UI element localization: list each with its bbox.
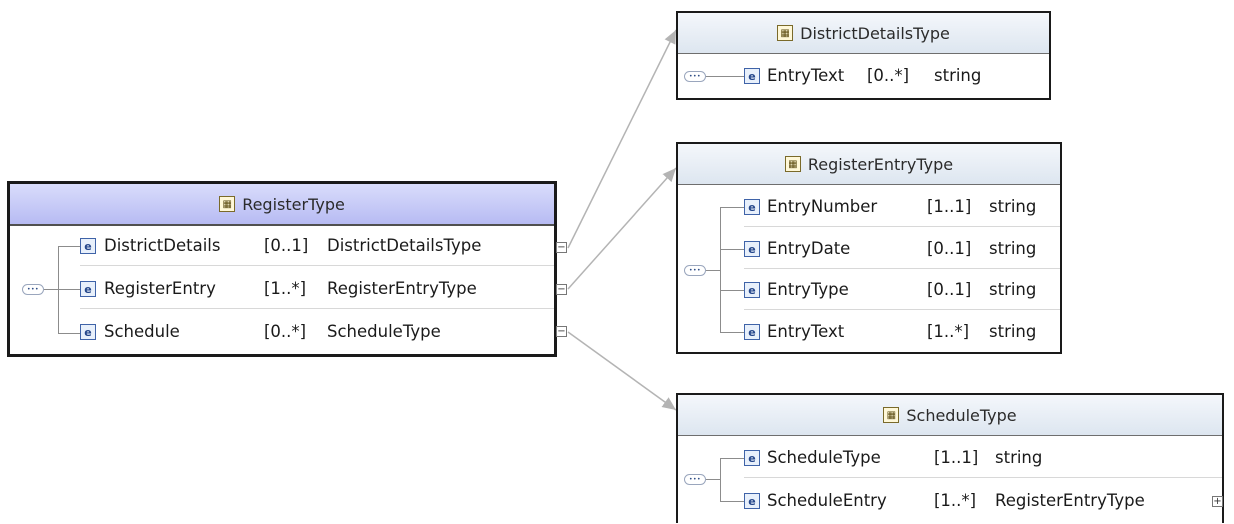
element-type: string [989,322,1037,341]
element-cardinality: [0..1] [927,239,972,258]
element-icon: e [744,199,760,215]
element-name: EntryType [767,280,849,299]
register-entry-type-box[interactable]: ▦ RegisterEntryType ••• e EntryNumber [1… [676,142,1062,354]
element-cardinality: [0..*] [264,322,307,341]
complex-type-icon: ▦ [883,407,900,423]
district-details-type-title: DistrictDetailsType [800,23,950,43]
schedule-type-header: ▦ ScheduleType [678,395,1222,436]
element-icon: e [80,238,96,254]
element-name: Schedule [104,322,180,341]
element-name: EntryText [767,322,845,341]
collapse-register-entry-toggle[interactable]: − [556,284,567,295]
register-type-box[interactable]: ▦ RegisterType ••• e DistrictDetails [0.… [7,181,557,357]
element-name: DistrictDetails [104,236,221,255]
element-row-schedule[interactable]: e Schedule [0..*] ScheduleType [80,314,554,351]
element-icon: e [744,324,760,340]
district-details-type-header: ▦ DistrictDetailsType [678,13,1049,54]
connector-register-entry [567,167,677,290]
element-type: string [989,239,1037,258]
element-icon: e [744,493,760,509]
element-cardinality: [0..1] [264,236,309,255]
element-row-entry-number[interactable]: e EntryNumber [1..1] string [744,189,1060,227]
element-name: RegisterEntry [104,279,216,298]
element-row-entry-text[interactable]: e EntryText [1..*] string [744,314,1060,351]
complex-type-icon: ▦ [784,156,801,172]
element-name: ScheduleEntry [767,491,887,510]
element-icon: e [744,282,760,298]
element-cardinality: [1..1] [934,448,979,467]
expand-schedule-entry-toggle[interactable]: + [1212,496,1223,507]
element-row-entry-type[interactable]: e EntryType [0..1] string [744,272,1060,310]
element-type: RegisterEntryType [327,279,477,298]
element-cardinality: [1..1] [927,197,972,216]
sequence-icon[interactable]: ••• [684,71,706,82]
schedule-type-title: ScheduleType [906,405,1017,425]
element-row-entry-date[interactable]: e EntryDate [0..1] string [744,231,1060,269]
element-cardinality: [0..1] [927,280,972,299]
sequence-icon[interactable]: ••• [684,474,706,485]
element-row-schedule-type[interactable]: e ScheduleType [1..1] string [744,440,1222,478]
collapse-schedule-toggle[interactable]: − [556,326,567,337]
element-name: EntryNumber [767,197,878,216]
element-icon: e [80,324,96,340]
register-type-title: RegisterType [242,194,345,214]
element-type: string [989,280,1037,299]
element-name: ScheduleType [767,448,881,467]
district-details-type-box[interactable]: ▦ DistrictDetailsType ••• e EntryText [0… [676,11,1051,100]
register-type-header: ▦ RegisterType [10,184,554,226]
element-icon: e [744,68,760,84]
element-icon: e [744,241,760,257]
connector-district-details [567,29,677,249]
element-type: string [934,66,982,85]
element-row-schedule-entry[interactable]: e ScheduleEntry [1..*] RegisterEntryType [744,483,1222,520]
element-cardinality: [0..*] [867,66,910,85]
element-name: EntryText [767,66,845,85]
collapse-district-details-toggle[interactable]: − [556,242,567,253]
element-row-district-details[interactable]: e DistrictDetails [0..1] DistrictDetails… [80,228,554,266]
element-cardinality: [1..*] [927,322,970,341]
element-type: ScheduleType [327,322,441,341]
sequence-icon[interactable]: ••• [22,284,44,295]
element-type: DistrictDetailsType [327,236,482,255]
element-icon: e [744,450,760,466]
sequence-icon[interactable]: ••• [684,265,706,276]
element-cardinality: [1..*] [264,279,307,298]
element-name: EntryDate [767,239,851,258]
element-type: string [989,197,1037,216]
connector-schedule [567,331,677,411]
complex-type-icon: ▦ [777,25,794,41]
element-row-register-entry[interactable]: e RegisterEntry [1..*] RegisterEntryType [80,271,554,309]
register-entry-type-header: ▦ RegisterEntryType [678,144,1060,185]
element-type: string [995,448,1043,467]
element-cardinality: [1..*] [934,491,977,510]
element-row-entry-text[interactable]: e EntryText [0..*] string [744,58,1049,95]
schedule-type-box[interactable]: ▦ ScheduleType ••• e ScheduleType [1..1]… [676,393,1224,523]
element-type: RegisterEntryType [995,491,1145,510]
register-entry-type-title: RegisterEntryType [807,154,954,174]
complex-type-icon: ▦ [219,196,236,212]
element-icon: e [80,281,96,297]
